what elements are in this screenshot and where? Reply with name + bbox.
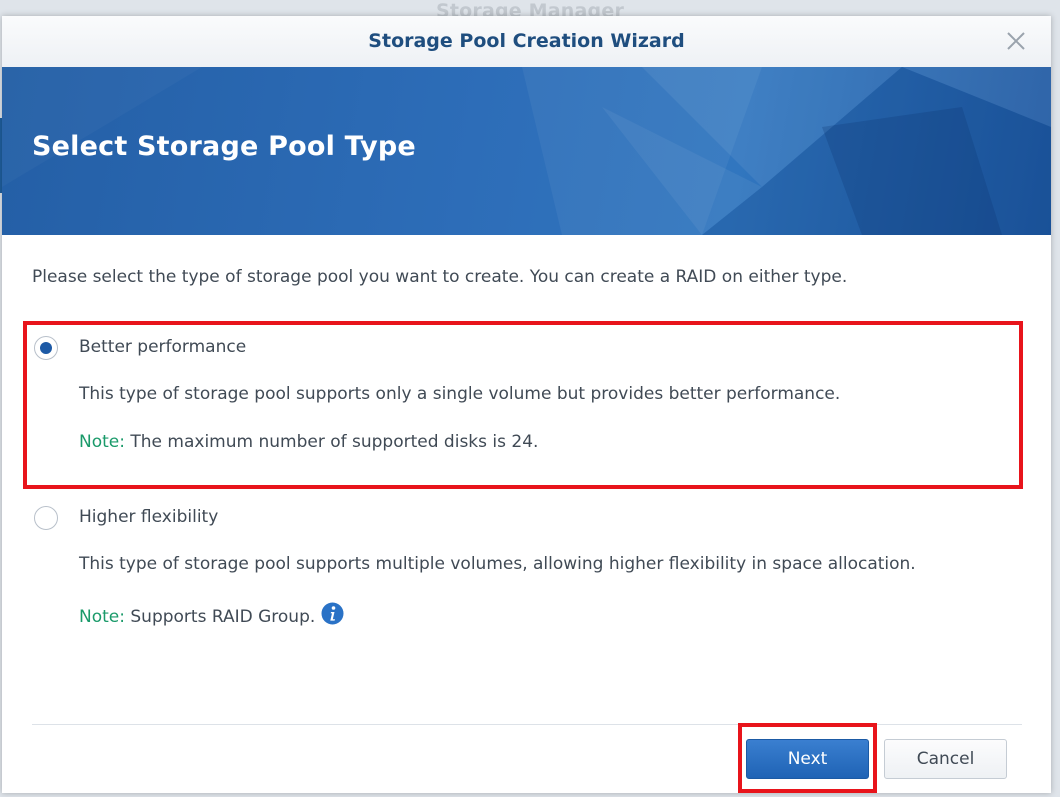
option-note: Note: Supports RAID Group.	[79, 602, 344, 627]
option-description: This type of storage pool supports only …	[79, 384, 841, 404]
wizard-dialog: Storage Pool Creation Wizard Select Stor…	[2, 16, 1051, 793]
note-text: Supports RAID Group.	[124, 607, 316, 627]
next-button[interactable]: Next	[746, 739, 869, 779]
radio-better-performance[interactable]	[34, 336, 58, 360]
note-text: The maximum number of supported disks is…	[124, 432, 539, 452]
wizard-content: Please select the type of storage pool y…	[2, 235, 1051, 725]
banner-title: Select Storage Pool Type	[32, 131, 416, 162]
note-label: Note:	[79, 607, 125, 627]
info-icon[interactable]	[321, 602, 344, 625]
option-label[interactable]: Better performance	[79, 337, 246, 357]
note-label: Note:	[79, 432, 125, 452]
dialog-titlebar[interactable]: Storage Pool Creation Wizard	[2, 16, 1051, 68]
dialog-title: Storage Pool Creation Wizard	[368, 30, 685, 52]
option-higher-flexibility[interactable]: Higher flexibility This type of storage …	[24, 493, 1024, 633]
intro-text: Please select the type of storage pool y…	[32, 267, 848, 287]
option-note: Note: The maximum number of supported di…	[79, 432, 538, 452]
cancel-button[interactable]: Cancel	[884, 739, 1007, 779]
option-better-performance[interactable]: Better performance This type of storage …	[24, 323, 1024, 493]
option-description: This type of storage pool supports multi…	[79, 554, 916, 574]
wizard-banner: Select Storage Pool Type	[2, 67, 1051, 235]
option-label[interactable]: Higher flexibility	[79, 507, 218, 527]
radio-higher-flexibility[interactable]	[34, 506, 58, 530]
close-icon[interactable]	[1005, 30, 1027, 52]
